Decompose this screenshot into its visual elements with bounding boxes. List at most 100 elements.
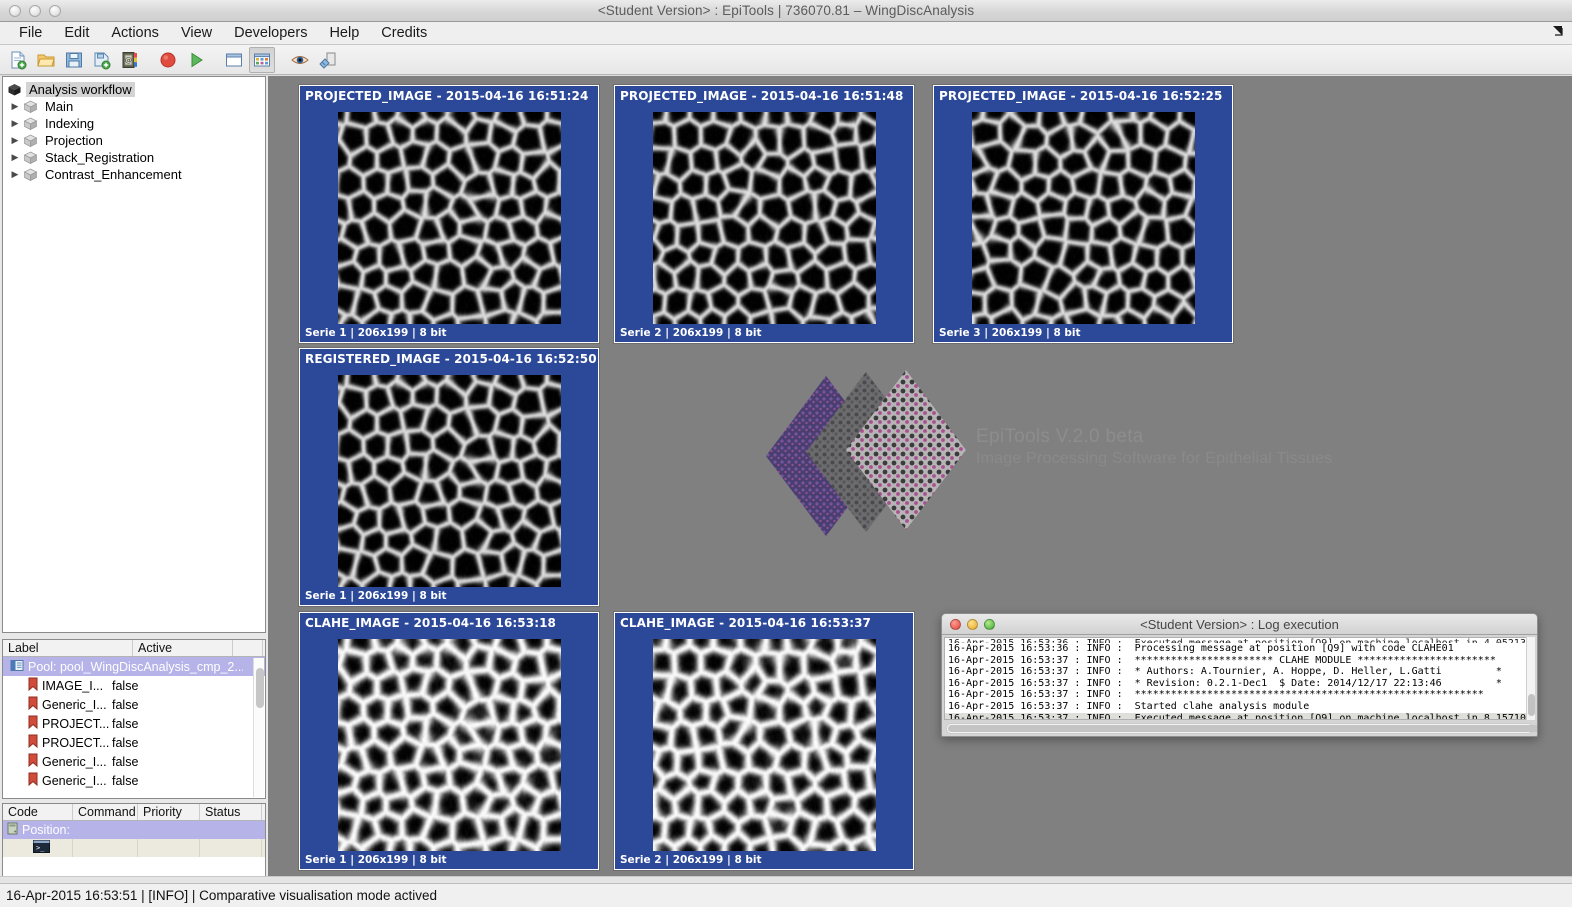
menu-actions[interactable]: Actions — [100, 24, 170, 42]
table-row[interactable]: Generic_I... false — [3, 695, 265, 714]
image-card-title: PROJECTED_IMAGE - 2015-04-16 16:51:48 — [620, 89, 904, 103]
log-zoom-button[interactable] — [984, 618, 995, 630]
cell-image-canvas — [338, 375, 561, 587]
command-column-command[interactable]: Command — [73, 804, 138, 820]
table-row[interactable]: IMAGE_I... false — [3, 676, 265, 695]
cell-image[interactable] — [972, 112, 1195, 324]
menu-credits[interactable]: Credits — [370, 24, 438, 42]
pool-row-label: PROJECT... — [42, 716, 110, 731]
image-card-footer: Serie 3 | 206x199 | 8 bit — [939, 327, 1081, 339]
command-column-status[interactable]: Status — [200, 804, 262, 820]
pool-row-label: IMAGE_I... — [42, 678, 104, 693]
pool-scrollbar[interactable] — [253, 658, 264, 797]
terminal-icon: >_ — [33, 840, 50, 856]
log-line: 16-Apr-2015 16:53:37 : INFO : * Revision… — [948, 677, 1502, 689]
save-as-icon[interactable] — [89, 47, 115, 73]
chevron-right-icon[interactable]: ▶ — [7, 169, 23, 180]
open-folder-icon[interactable] — [33, 47, 59, 73]
log-output[interactable]: 16-Apr-2015 16:53:36 : INFO : Executed m… — [944, 637, 1535, 720]
cube-icon — [23, 168, 38, 182]
table-row[interactable]: PROJECT... false — [3, 714, 265, 733]
log-line: 16-Apr-2015 16:53:37 : INFO : **********… — [948, 654, 1496, 666]
image-card-title: CLAHE_IMAGE - 2015-04-16 16:53:37 — [620, 616, 871, 630]
cell-image[interactable] — [338, 112, 561, 324]
pool-table-panel: Label Active Pool: pool_WingDiscAnalysis… — [2, 639, 266, 799]
table-row[interactable]: Position: — [3, 821, 265, 839]
command-row-priority — [138, 839, 200, 857]
tree-root-analysis-workflow[interactable]: Analysis workflow — [3, 81, 265, 98]
tree-item-contrast-enhancement[interactable]: ▶ Contrast_Enhancement — [3, 166, 265, 183]
play-icon[interactable] — [183, 47, 209, 73]
bookmark-icon — [6, 753, 38, 770]
pool-scrollbar-thumb[interactable] — [256, 668, 264, 708]
watermark-subtitle: Image Processing Software for Epithelial… — [976, 450, 1333, 467]
log-line: 16-Apr-2015 16:53:37 : INFO : Started cl… — [948, 700, 1310, 712]
log-horizontal-scrollbar[interactable] — [946, 723, 1537, 734]
command-column-code[interactable]: Code — [3, 804, 73, 820]
plug-icon[interactable] — [315, 47, 341, 73]
log-vertical-scrollbar-thumb[interactable] — [1528, 694, 1535, 716]
cell-image[interactable] — [338, 639, 561, 851]
command-table-header: Code Command Priority Status — [3, 804, 265, 821]
chevron-right-icon[interactable]: ▶ — [7, 118, 23, 129]
cell-image[interactable] — [653, 112, 876, 324]
command-column-priority[interactable]: Priority — [138, 804, 200, 820]
image-card[interactable]: PROJECTED_IMAGE - 2015-04-16 16:51:48 Se… — [614, 85, 914, 343]
save-disk-icon[interactable] — [61, 47, 87, 73]
tree-item-label: Contrast_Enhancement — [45, 167, 182, 182]
pool-row-label: Generic_I... — [42, 773, 107, 788]
menu-view[interactable]: View — [170, 24, 223, 42]
eye-icon[interactable] — [287, 47, 313, 73]
new-document-icon[interactable] — [5, 47, 31, 73]
pool-column-spacer — [233, 640, 263, 656]
record-stop-icon[interactable] — [155, 47, 181, 73]
tree-item-main[interactable]: ▶ Main — [3, 98, 265, 115]
image-card[interactable]: CLAHE_IMAGE - 2015-04-16 16:53:37 Serie … — [614, 612, 914, 870]
pool-table-header: Label Active — [3, 640, 265, 657]
cell-image-canvas — [972, 112, 1195, 324]
tree-item-stack-registration[interactable]: ▶ Stack_Registration — [3, 149, 265, 166]
chevron-right-icon[interactable]: ▶ — [7, 135, 23, 146]
menu-edit[interactable]: Edit — [53, 24, 100, 42]
cell-image-canvas — [653, 112, 876, 324]
address-book-icon[interactable]: @ — [117, 47, 143, 73]
cell-image[interactable] — [653, 639, 876, 851]
pool-column-label[interactable]: Label — [3, 640, 133, 656]
log-window-controls[interactable] — [950, 618, 995, 630]
cell-image[interactable] — [338, 375, 561, 587]
log-line: 16-Apr-2015 16:53:36 : INFO : Processing… — [948, 643, 1454, 654]
table-row[interactable]: >_ — [3, 839, 265, 857]
image-card[interactable]: CLAHE_IMAGE - 2015-04-16 16:53:18 Serie … — [299, 612, 599, 870]
chevron-right-icon[interactable]: ▶ — [7, 152, 23, 163]
menu-file[interactable]: File — [8, 24, 53, 42]
pool-column-active[interactable]: Active — [133, 640, 233, 656]
log-horizontal-scrollbar-thumb[interactable] — [948, 725, 1537, 732]
log-line: 16-Apr-2015 16:53:37 : INFO : **********… — [948, 689, 1484, 701]
log-minimize-button[interactable] — [967, 618, 978, 630]
grid-view-icon[interactable] — [249, 46, 275, 73]
menu-overflow-icon[interactable] — [1550, 23, 1566, 39]
menu-help[interactable]: Help — [318, 24, 370, 42]
table-row[interactable]: Pool: pool_WingDiscAnalysis_cmp_2... — [3, 657, 265, 676]
cell-image-canvas — [653, 639, 876, 851]
image-card[interactable]: PROJECTED_IMAGE - 2015-04-16 16:52:25 Se… — [933, 85, 1233, 343]
bookmark-icon — [6, 715, 38, 732]
image-card[interactable]: PROJECTED_IMAGE - 2015-04-16 16:51:24 Se… — [299, 85, 599, 343]
menu-developers[interactable]: Developers — [223, 24, 318, 42]
log-execution-window[interactable]: <Student Version> : Log execution 16-Apr… — [941, 613, 1538, 737]
table-row[interactable]: Generic_I... false — [3, 752, 265, 771]
log-close-button[interactable] — [950, 618, 961, 630]
image-card[interactable]: REGISTERED_IMAGE - 2015-04-16 16:52:50 S… — [299, 348, 599, 606]
log-vertical-scrollbar[interactable] — [1526, 637, 1535, 720]
pool-row-label: Pool: pool_WingDiscAnalysis_cmp_2... — [28, 659, 243, 674]
tree-item-indexing[interactable]: ▶ Indexing — [3, 115, 265, 132]
cube-icon — [7, 83, 22, 97]
image-canvas: EpiTools V.2.0 beta Image Processing Sof… — [268, 76, 1572, 883]
chevron-right-icon[interactable]: ▶ — [7, 101, 23, 112]
single-window-icon[interactable] — [221, 47, 247, 73]
table-row[interactable]: PROJECT... false — [3, 733, 265, 752]
tree-item-projection[interactable]: ▶ Projection — [3, 132, 265, 149]
svg-text:>_: >_ — [36, 844, 45, 852]
cube-icon — [23, 117, 38, 131]
table-row[interactable]: Generic_I... false — [3, 771, 265, 790]
